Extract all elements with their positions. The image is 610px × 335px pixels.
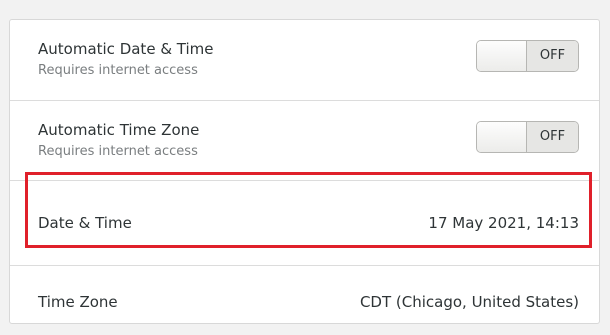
date-time-settings-panel: Automatic Date & Time Requires internet …	[9, 19, 600, 324]
time-zone-title: Time Zone	[38, 293, 118, 311]
automatic-date-time-row: Automatic Date & Time Requires internet …	[10, 20, 599, 100]
automatic-date-time-title: Automatic Date & Time	[38, 40, 214, 58]
switch-knob	[477, 122, 527, 152]
automatic-time-zone-row: Automatic Time Zone Requires internet ac…	[10, 100, 599, 180]
switch-state-label: OFF	[527, 41, 578, 71]
date-time-title: Date & Time	[38, 214, 132, 232]
automatic-time-zone-title: Automatic Time Zone	[38, 121, 200, 139]
time-zone-value: CDT (Chicago, United States)	[359, 293, 579, 311]
automatic-time-zone-switch[interactable]: OFF	[476, 121, 579, 153]
automatic-date-time-subtitle: Requires internet access	[38, 63, 198, 78]
time-zone-row[interactable]: Time Zone CDT (Chicago, United States)	[10, 265, 599, 325]
date-time-value: 17 May 2021, 14:13	[428, 214, 579, 232]
automatic-time-zone-subtitle: Requires internet access	[38, 144, 198, 159]
switch-knob	[477, 41, 527, 71]
date-time-row[interactable]: Date & Time 17 May 2021, 14:13	[10, 180, 599, 265]
automatic-date-time-switch[interactable]: OFF	[476, 40, 579, 72]
switch-state-label: OFF	[527, 122, 578, 152]
